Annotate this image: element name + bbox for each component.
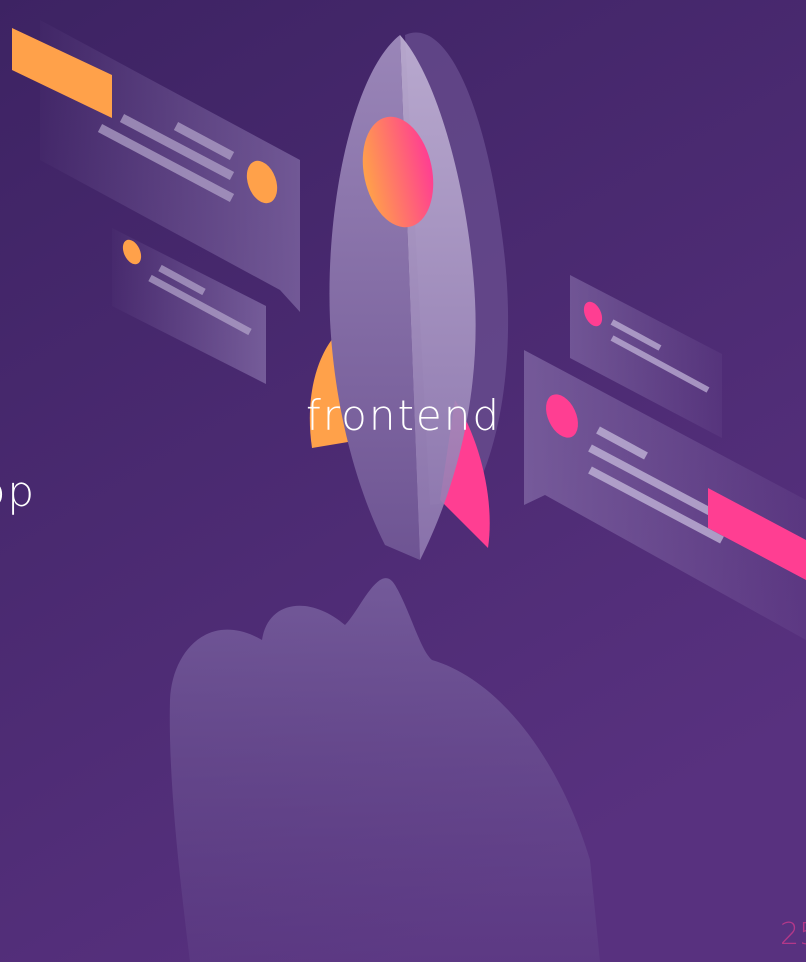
slide-title-line-1: frontend [306, 391, 502, 440]
slide-title: frontend App [0, 378, 501, 530]
page-number: 25 [780, 917, 806, 952]
slide-title-line-2: App [0, 467, 37, 516]
slide: frontend App 25 [0, 0, 806, 962]
